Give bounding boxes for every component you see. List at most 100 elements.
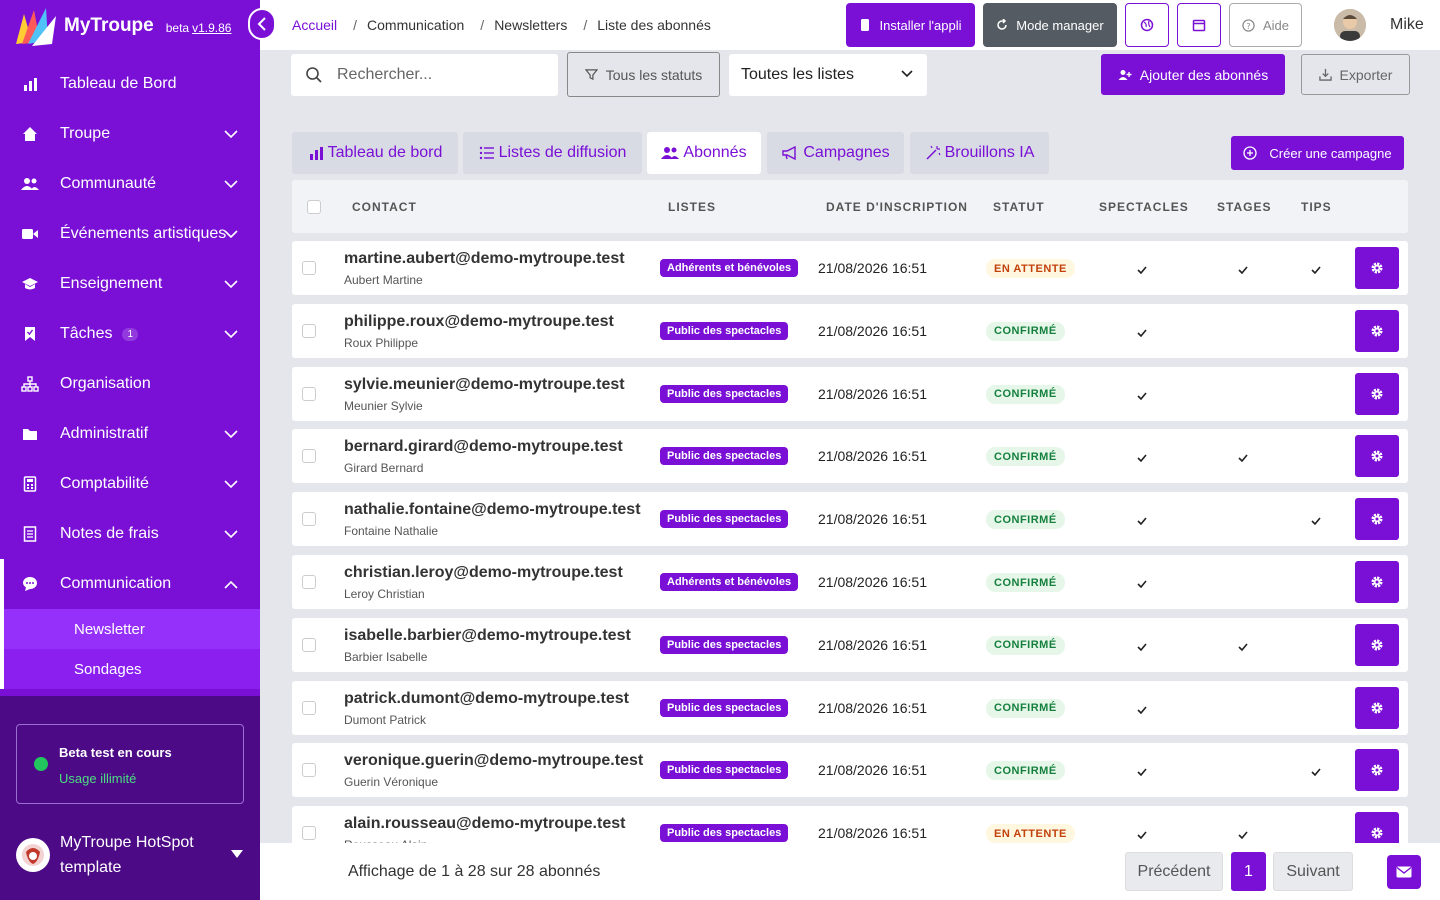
table-row[interactable]: nathalie.fontaine@demo-mytroupe.test Fon… (292, 492, 1408, 547)
subscriber-email[interactable]: alain.rousseau@demo-mytroupe.test (344, 815, 625, 833)
row-checkbox[interactable] (302, 512, 316, 527)
breadcrumb-home[interactable]: Accueil (292, 17, 337, 33)
subscriber-email[interactable]: nathalie.fontaine@demo-mytroupe.test (344, 501, 641, 519)
create-campaign-button[interactable]: Créer une campagne (1231, 136, 1404, 170)
subscriber-email[interactable]: philippe.roux@demo-mytroupe.test (344, 313, 614, 331)
submenu-item-newsletter[interactable]: Newsletter (4, 609, 260, 649)
breadcrumb-newsletters[interactable]: Newsletters (494, 17, 567, 33)
install-app-button[interactable]: Installer l'appli (846, 3, 975, 47)
next-page-button[interactable]: Suivant (1273, 852, 1353, 891)
table-row[interactable]: veronique.guerin@demo-mytroupe.test Guer… (292, 743, 1408, 798)
sidebar-item-organisation[interactable]: Organisation (0, 359, 260, 409)
row-checkbox[interactable] (302, 700, 316, 715)
sidebar-item-communication[interactable]: Communication (0, 559, 260, 609)
search-box[interactable] (291, 54, 558, 96)
export-button[interactable]: Exporter (1301, 54, 1410, 95)
courses-check-icon (1238, 638, 1248, 656)
sidebar-item-evenements-artistiques[interactable]: Événements artistiques (0, 209, 260, 259)
row-checkbox[interactable] (302, 637, 316, 652)
column-tips[interactable]: TIPS (1301, 200, 1332, 214)
sidebar-item-administratif[interactable]: Administratif (0, 409, 260, 459)
table-row[interactable]: patrick.dumont@demo-mytroupe.test Dumont… (292, 680, 1408, 735)
table-row[interactable]: isabelle.barbier@demo-mytroupe.test Barb… (292, 617, 1408, 672)
sidebar-item-tableau-de-bord[interactable]: Tableau de Bord (0, 59, 260, 109)
version-link[interactable]: v1.9.86 (192, 21, 231, 35)
submenu-item-sondages[interactable]: Sondages (4, 649, 260, 689)
brand-name: MyTroupe (64, 15, 154, 36)
row-checkbox[interactable] (302, 826, 316, 841)
user-menu[interactable]: Mike (1334, 9, 1424, 41)
row-checkbox[interactable] (302, 323, 316, 338)
chevron-up-icon (224, 576, 238, 594)
breadcrumb-communication[interactable]: Communication (367, 17, 464, 33)
sitemap-icon (20, 374, 40, 394)
sidebar-footer: Beta test en cours Usage illimité MyTrou… (0, 696, 260, 900)
row-checkbox[interactable] (302, 575, 316, 589)
row-checkbox[interactable] (302, 449, 316, 464)
org-switcher[interactable]: MyTroupe HotSpot template (16, 830, 248, 880)
tab-brouillons-ia[interactable]: Brouillons IA (910, 132, 1049, 174)
brand[interactable]: MyTroupe beta v1.9.86 (10, 4, 231, 48)
page-1-button[interactable]: 1 (1231, 852, 1266, 891)
column-shows[interactable]: SPECTACLES (1099, 200, 1189, 214)
column-date[interactable]: DATE D'INSCRIPTION (826, 200, 968, 214)
manager-mode-button[interactable]: Mode manager (983, 3, 1117, 47)
row-settings-button[interactable] (1355, 749, 1399, 792)
column-status[interactable]: STATUT (993, 200, 1045, 214)
table-row[interactable]: martine.aubert@demo-mytroupe.test Aubert… (292, 241, 1408, 295)
sidebar-item-enseignement[interactable]: Enseignement (0, 259, 260, 309)
list-icon (479, 146, 495, 160)
table-row[interactable]: bernard.girard@demo-mytroupe.test Girard… (292, 429, 1408, 484)
collapse-sidebar-button[interactable] (248, 8, 276, 40)
sidebar-item-taches[interactable]: Tâches 1 (0, 309, 260, 359)
column-lists[interactable]: LISTES (668, 200, 716, 214)
sidebar-item-notes-de-frais[interactable]: Notes de frais (0, 509, 260, 559)
row-settings-button[interactable] (1355, 561, 1399, 603)
language-button[interactable] (1125, 3, 1169, 47)
table-row[interactable]: alain.rousseau@demo-mytroupe.test Rousse… (292, 806, 1408, 844)
subscriber-email[interactable]: bernard.girard@demo-mytroupe.test (344, 438, 623, 456)
tab-listes-de-diffusion[interactable]: Listes de diffusion (463, 132, 642, 174)
list-select[interactable]: Toutes les listes (729, 54, 927, 96)
row-settings-button[interactable] (1355, 623, 1399, 666)
sidebar-item-communaute[interactable]: Communauté (0, 159, 260, 209)
add-subscribers-button[interactable]: Ajouter des abonnés (1101, 54, 1285, 95)
subscriber-email[interactable]: christian.leroy@demo-mytroupe.test (344, 564, 623, 582)
subscriber-email[interactable]: martine.aubert@demo-mytroupe.test (344, 250, 625, 268)
row-settings-button[interactable] (1355, 498, 1399, 541)
row-settings-button[interactable] (1355, 435, 1399, 478)
subscriber-email[interactable]: isabelle.barbier@demo-mytroupe.test (344, 627, 631, 645)
row-settings-button[interactable] (1355, 372, 1399, 415)
sidebar-item-comptabilite[interactable]: Comptabilité (0, 459, 260, 509)
previous-page-button[interactable]: Précédent (1125, 852, 1223, 891)
row-checkbox[interactable] (302, 386, 316, 401)
row-settings-button[interactable] (1355, 812, 1399, 844)
tab-tableau-de-bord[interactable]: Tableau de bord (292, 132, 458, 174)
row-settings-button[interactable] (1355, 247, 1399, 289)
column-contact[interactable]: CONTACT (352, 200, 417, 214)
tab-abonnes[interactable]: Abonnés (647, 132, 761, 174)
tab-campagnes[interactable]: Campagnes (767, 132, 904, 174)
gear-icon (1370, 638, 1384, 652)
table-row[interactable]: sylvie.meunier@demo-mytroupe.test Meunie… (292, 366, 1408, 421)
message-button[interactable] (1387, 855, 1421, 889)
row-settings-button[interactable] (1355, 309, 1399, 352)
column-courses[interactable]: STAGES (1217, 200, 1271, 214)
breadcrumb: Accueil / Communication / Newsletters / … (292, 17, 711, 33)
row-checkbox[interactable] (302, 261, 316, 275)
subscriber-email[interactable]: patrick.dumont@demo-mytroupe.test (344, 690, 629, 708)
subscriber-email[interactable]: sylvie.meunier@demo-mytroupe.test (344, 376, 625, 394)
table-row[interactable]: christian.leroy@demo-mytroupe.test Leroy… (292, 555, 1408, 609)
status-filter-button[interactable]: Tous les statuts (567, 52, 720, 97)
table-row[interactable]: philippe.roux@demo-mytroupe.test Roux Ph… (292, 303, 1408, 358)
select-all-checkbox[interactable] (307, 200, 321, 214)
subscriber-email[interactable]: veronique.guerin@demo-mytroupe.test (344, 752, 643, 770)
row-checkbox[interactable] (302, 763, 316, 778)
row-settings-button[interactable] (1355, 686, 1399, 729)
help-button[interactable]: ? Aide (1229, 3, 1302, 47)
shows-check-icon (1137, 638, 1147, 656)
beta-label: beta (165, 21, 190, 35)
sidebar-item-troupe[interactable]: Troupe (0, 109, 260, 159)
search-input[interactable] (337, 66, 537, 84)
calendar-button[interactable] (1177, 3, 1221, 47)
